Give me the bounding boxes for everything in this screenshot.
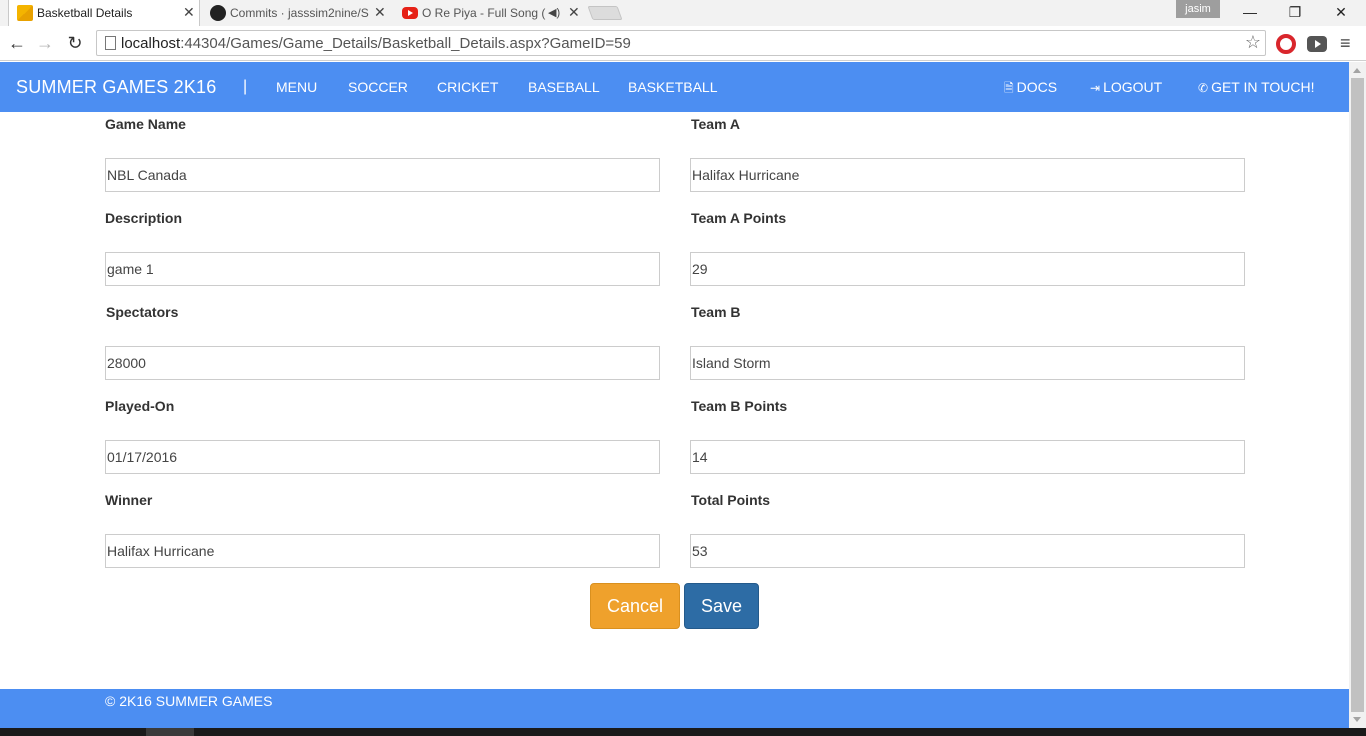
- site-brand-link[interactable]: SUMMER GAMES 2K16: [16, 77, 216, 98]
- address-bar[interactable]: localhost:44304/Games/Game_Details/Baske…: [96, 30, 1266, 56]
- minimize-icon[interactable]: —: [1240, 2, 1260, 22]
- team-a-points-label: Team A Points: [691, 210, 787, 226]
- forward-arrow-icon[interactable]: →: [33, 31, 57, 55]
- close-window-icon[interactable]: ✕: [1331, 2, 1351, 22]
- team-b-input[interactable]: [690, 346, 1245, 380]
- site-navbar: SUMMER GAMES 2K16 | MENU SOCCER CRICKET …: [0, 62, 1349, 112]
- restore-icon[interactable]: ❐: [1285, 2, 1305, 22]
- audio-playing-icon[interactable]: ◀): [548, 6, 560, 19]
- document-icon: 🗎: [1004, 81, 1014, 95]
- os-taskbar: [0, 728, 1366, 736]
- nav-logout-label: LOGOUT: [1103, 79, 1163, 95]
- description-input[interactable]: [105, 252, 660, 286]
- winner-input[interactable]: [105, 534, 660, 568]
- team-b-points-label: Team B Points: [691, 398, 788, 414]
- nav-basketball-link[interactable]: BASKETBALL: [628, 79, 718, 95]
- total-points-input[interactable]: [690, 534, 1245, 568]
- nav-soccer-link[interactable]: SOCCER: [348, 79, 408, 95]
- total-points-label: Total Points: [691, 492, 771, 508]
- description-label: Description: [105, 210, 183, 226]
- scroll-up-arrow-icon[interactable]: [1353, 68, 1361, 73]
- reload-icon[interactable]: ↻: [63, 31, 87, 55]
- winner-label: Winner: [105, 492, 153, 508]
- page-info-icon[interactable]: [105, 36, 116, 50]
- browser-tab-strip: Basketball Details ✕ Commits · jasssim2n…: [0, 0, 1366, 26]
- footer-copyright: © 2K16 SUMMER GAMES: [105, 693, 273, 709]
- opera-extension-icon[interactable]: [1276, 34, 1296, 54]
- taskbar-app-item[interactable]: [146, 728, 194, 736]
- youtube-extension-icon[interactable]: [1307, 36, 1327, 52]
- bookmark-star-icon[interactable]: ☆: [1245, 32, 1261, 53]
- tab-youtube-song[interactable]: O Re Piya - Full Song ( ◀) ✕: [396, 0, 588, 26]
- nav-baseball-link[interactable]: BASEBALL: [528, 79, 600, 95]
- team-b-points-input[interactable]: [690, 440, 1245, 474]
- team-a-points-input[interactable]: [690, 252, 1245, 286]
- page-scrollbar[interactable]: [1349, 62, 1366, 728]
- tab-title: Basketball Details: [37, 6, 133, 20]
- team-a-input[interactable]: [690, 158, 1245, 192]
- nav-separator: |: [243, 78, 248, 95]
- user-profile-badge[interactable]: jasim: [1176, 0, 1220, 18]
- nav-contact-label: GET IN TOUCH!: [1211, 79, 1315, 95]
- close-tab-icon[interactable]: ✕: [183, 4, 195, 21]
- browser-menu-icon[interactable]: ≡: [1340, 33, 1351, 54]
- team-b-label: Team B: [691, 304, 741, 320]
- new-tab-button[interactable]: [587, 6, 623, 20]
- game-name-label: Game Name: [105, 116, 186, 132]
- nav-docs-link[interactable]: 🗎 DOCS: [1004, 79, 1057, 100]
- close-tab-icon[interactable]: ✕: [568, 4, 580, 21]
- nav-docs-label: DOCS: [1016, 79, 1058, 95]
- page-viewport: SUMMER GAMES 2K16 | MENU SOCCER CRICKET …: [0, 62, 1349, 728]
- tab-title: O Re Piya - Full Song (: [422, 6, 546, 20]
- spectators-label: Spectators: [106, 304, 179, 320]
- scroll-down-arrow-icon[interactable]: [1353, 717, 1361, 722]
- spectators-input[interactable]: [105, 346, 660, 380]
- github-favicon-icon: [210, 5, 226, 21]
- game-name-input[interactable]: [105, 158, 660, 192]
- nav-menu-link[interactable]: MENU: [276, 79, 317, 95]
- browser-toolbar: ← → ↻ localhost:44304/Games/Game_Details…: [0, 26, 1366, 61]
- team-a-label: Team A: [691, 116, 741, 132]
- nav-contact-link[interactable]: ✆ GET IN TOUCH!: [1198, 79, 1315, 95]
- tab-title: Commits · jasssim2nine/S: [230, 6, 369, 20]
- save-button[interactable]: Save: [684, 583, 759, 629]
- close-tab-icon[interactable]: ✕: [374, 4, 386, 21]
- youtube-favicon-icon: [402, 7, 418, 19]
- url-text: localhost:44304/Games/Game_Details/Baske…: [121, 35, 631, 52]
- played-on-input[interactable]: [105, 440, 660, 474]
- site-footer: © 2K16 SUMMER GAMES: [0, 689, 1349, 728]
- nav-cricket-link[interactable]: CRICKET: [437, 79, 498, 95]
- logout-icon: ⇥: [1090, 81, 1101, 95]
- tab-github-commits[interactable]: Commits · jasssim2nine/S ✕: [202, 0, 394, 26]
- back-arrow-icon[interactable]: ←: [5, 31, 29, 55]
- nav-logout-link[interactable]: ⇥ LOGOUT: [1090, 79, 1162, 95]
- phone-icon: ✆: [1198, 81, 1209, 95]
- played-on-label: Played-On: [105, 398, 175, 414]
- scrollbar-thumb[interactable]: [1351, 78, 1364, 712]
- page-favicon-icon: [17, 5, 33, 21]
- cancel-button[interactable]: Cancel: [590, 583, 680, 629]
- tab-basketball-details[interactable]: Basketball Details ✕: [8, 0, 200, 26]
